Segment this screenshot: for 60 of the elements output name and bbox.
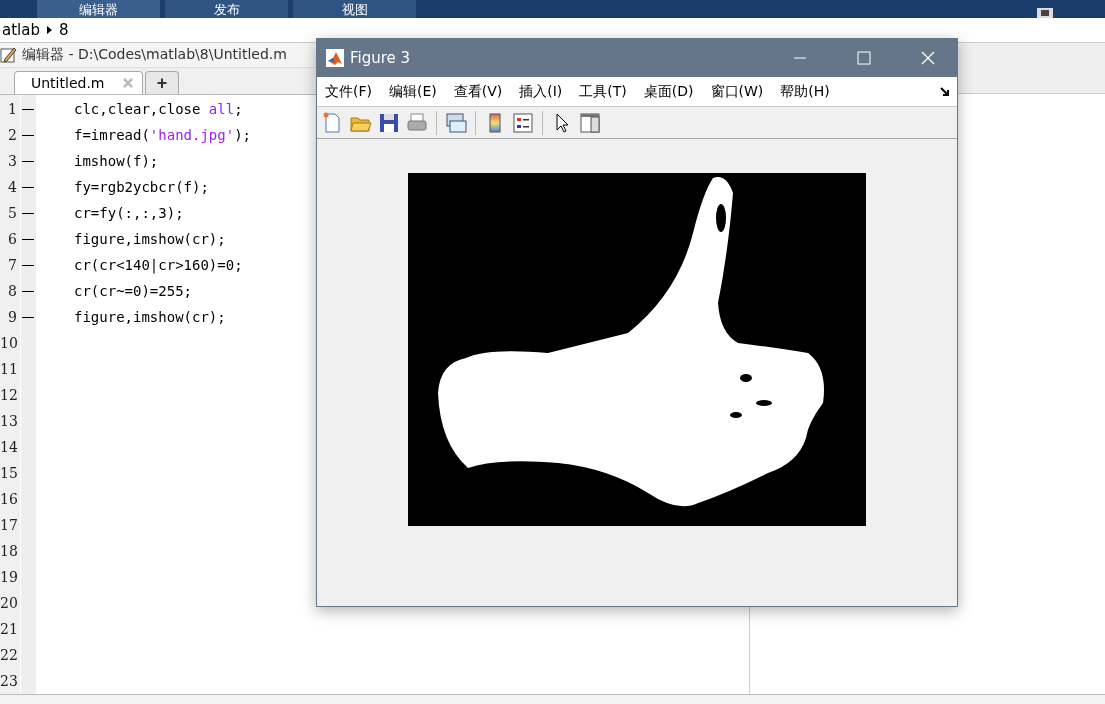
line-number: 4 xyxy=(7,179,17,195)
line-number: 11 xyxy=(0,361,17,377)
code-line: cr(cr~=0)=255; xyxy=(74,283,192,299)
dock-arrow-icon[interactable] xyxy=(940,86,951,97)
horizontal-scrollbar[interactable] xyxy=(0,694,1105,704)
code-line: f=imread('hand.jpg'); xyxy=(74,127,251,143)
editor-title: 编辑器 - D:\Codes\matlab\8\Untitled.m xyxy=(22,46,287,64)
line-number: 21 xyxy=(0,621,17,637)
line-number: 13 xyxy=(0,413,17,429)
window-title: Figure 3 xyxy=(350,49,412,67)
line-number: 16 xyxy=(0,491,17,507)
menu-item[interactable]: 窗口(W) xyxy=(710,82,764,101)
file-tab[interactable]: Untitled.m xyxy=(14,71,143,94)
maximize-icon xyxy=(857,51,871,65)
line-number: 15 xyxy=(0,465,17,481)
menu-item[interactable]: 工具(T) xyxy=(579,82,627,101)
line-number: 3 xyxy=(7,153,17,169)
line-number: 22 xyxy=(0,647,17,663)
ribbon-tab[interactable]: 发布 xyxy=(165,0,288,18)
line-number: 2 xyxy=(7,127,17,143)
line-number: 20 xyxy=(0,595,17,611)
legend-icon[interactable] xyxy=(511,110,535,135)
line-number: 17 xyxy=(0,517,17,533)
code-line: imshow(f); xyxy=(74,153,159,169)
ribbon-tab[interactable]: 编辑器 xyxy=(37,0,160,18)
code-line: figure,imshow(cr); xyxy=(74,309,226,325)
line-number: 9 xyxy=(7,309,17,325)
line-number: 10 xyxy=(0,335,17,351)
new-tab-button[interactable]: + xyxy=(145,71,179,94)
code-line: cr(cr<140|cr>160)=0; xyxy=(74,257,243,273)
line-number: 18 xyxy=(0,543,17,559)
menu-item[interactable]: 桌面(D) xyxy=(643,82,694,101)
line-number: 6 xyxy=(7,231,17,247)
close-icon xyxy=(921,51,935,65)
menu-item[interactable]: 查看(V) xyxy=(453,82,503,101)
line-number: 12 xyxy=(0,387,17,403)
property-panel-icon[interactable] xyxy=(578,110,602,135)
close-icon[interactable] xyxy=(122,77,135,89)
code-line: clc,clear,close all; xyxy=(74,101,243,117)
line-number: 23 xyxy=(0,673,17,689)
breadcrumb-item[interactable]: atlab xyxy=(2,21,40,39)
code-line: figure,imshow(cr); xyxy=(74,231,226,247)
line-number: 14 xyxy=(0,439,17,455)
save-icon[interactable] xyxy=(1035,6,1055,18)
code-line: cr=fy(:,:,3); xyxy=(74,205,184,221)
chevron-right-icon xyxy=(45,25,53,35)
line-number: 1 xyxy=(7,101,17,117)
menu-item[interactable]: 文件(F) xyxy=(325,82,372,101)
breadcrumb-item[interactable]: 8 xyxy=(58,21,69,39)
line-number: 7 xyxy=(7,257,17,273)
menu-item[interactable]: 帮助(H) xyxy=(780,82,830,101)
ribbon-tab[interactable]: 视图 xyxy=(293,0,416,18)
linked-plot-icon[interactable] xyxy=(444,110,468,135)
menu-item[interactable]: 编辑(E) xyxy=(389,82,437,101)
line-number: 19 xyxy=(0,569,17,585)
code-line: fy=rgb2ycbcr(f); xyxy=(74,179,209,195)
line-number: 5 xyxy=(7,205,17,221)
line-number: 8 xyxy=(7,283,17,299)
menu-item[interactable]: 插入(I) xyxy=(519,82,563,101)
app-logo-icon xyxy=(326,49,344,67)
